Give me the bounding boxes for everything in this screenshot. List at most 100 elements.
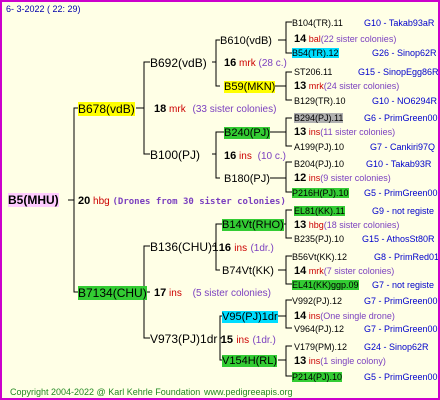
gen3-queen-1-num: 16 bbox=[224, 57, 237, 69]
gen4-queen-6-name: A199(PJ).10 bbox=[294, 142, 345, 152]
gen2-queen-4[interactable]: V973(PJ)1dr 15 ins (1dr.) bbox=[150, 332, 276, 348]
gen4-queen-9-10-num: 13 bbox=[294, 219, 307, 231]
gen4-queen-11[interactable]: B56Vt(KK).12 bbox=[292, 251, 347, 263]
gen4-queen-5-line: G6 - PrimGreen00 bbox=[364, 113, 438, 123]
gen3-queen-1[interactable]: B610(vdB) bbox=[220, 35, 272, 47]
footer-url[interactable]: www.pedigreeapis.org bbox=[204, 386, 293, 398]
gen4-queen-11-12-code: mrk bbox=[308, 266, 324, 276]
gen4-queen-10-name: B235(PJ).10 bbox=[294, 234, 345, 244]
gen4-queen-13[interactable]: V992(PJ).12 bbox=[292, 295, 342, 307]
gen2-queen-4-code: ins bbox=[236, 335, 250, 346]
gen4-queen-11-line: G8 - PrimRed01 bbox=[374, 252, 440, 262]
gen4-queen-10-line: G15 - AthosSt80R bbox=[362, 234, 435, 244]
gen3-queen-4[interactable]: B180(PJ) bbox=[224, 173, 270, 185]
gen4-queen-12-name: EL41(KK)ggp.09 bbox=[292, 280, 359, 290]
gen4-queen-7-8-note: (9 sister colonies) bbox=[320, 173, 391, 183]
gen1-queen-2[interactable]: B7134(CHU) bbox=[78, 286, 147, 300]
gen4-queen-7-8-info: 12 ins(9 sister colonies) bbox=[294, 172, 391, 184]
gen2-queen-1[interactable]: B692(vdB) bbox=[150, 56, 207, 70]
gen2-queen-4-name: V973(PJ)1dr bbox=[150, 332, 218, 346]
gen4-queen-1-2-note: (22 sister colonies) bbox=[320, 34, 397, 44]
gen3-queen-2-name: B59(MKN) bbox=[224, 81, 276, 93]
gen4-queen-13-14-num: 14 bbox=[294, 310, 307, 322]
gen2-queen-3-num: 16 bbox=[218, 242, 231, 254]
gen4-queen-5[interactable]: B294(PJ).11 bbox=[294, 112, 344, 124]
gen3-queen-5[interactable]: B14Vt(RHO) bbox=[222, 219, 284, 231]
root-info: 20 hbg (Drones from 30 sister colonies) bbox=[78, 195, 286, 208]
gen3-queen-7[interactable]: V95(PJ)1dr bbox=[222, 311, 278, 323]
gen4-queen-12-line: G7 - not registe bbox=[372, 280, 435, 290]
gen4-queen-9[interactable]: EL81(KK).11 bbox=[294, 205, 345, 217]
gen2-queen-2-note: (10 c.) bbox=[257, 151, 286, 162]
gen4-queen-14[interactable]: V964(PJ).12 bbox=[294, 323, 344, 335]
gen2-queen-4-note: (1dr.) bbox=[252, 335, 276, 346]
footer-copyright: Copyright 2004-2022 @ Karl Kehrle Founda… bbox=[10, 387, 201, 397]
report-date: 6- 3-2022 ( 22: 29) bbox=[6, 4, 81, 14]
gen3-queen-3-name: B240(PJ) bbox=[224, 127, 270, 139]
gen4-queen-8-name: P216H(PJ).10 bbox=[292, 188, 349, 198]
gen3-queen-6[interactable]: B74Vt(KK) bbox=[222, 265, 274, 277]
gen1-queen-1-name: B678(vdB) bbox=[78, 102, 135, 116]
gen4-queen-5-6-num: 13 bbox=[294, 126, 307, 138]
gen3-queen-1-code: mrk bbox=[239, 58, 256, 69]
root-inbreeding-number: 20 bbox=[78, 195, 91, 207]
pedigree-frame: 6- 3-2022 ( 22: 29) B5(MHU) 20 hbg (Dron… bbox=[0, 0, 440, 400]
gen4-queen-1[interactable]: B104(TR).11 bbox=[292, 17, 343, 29]
gen4-queen-10[interactable]: B235(PJ).10 bbox=[294, 233, 344, 245]
gen4-queen-16[interactable]: P214(PJ).10 bbox=[292, 371, 343, 383]
gen4-queen-13-14-code: ins bbox=[308, 311, 321, 321]
gen4-queen-3-4-note: (24 sister colonies) bbox=[323, 81, 400, 91]
gen1-queen-1[interactable]: B678(vdB) bbox=[78, 102, 135, 116]
gen2-queen-3-name: B136(CHU)1 bbox=[150, 240, 219, 254]
gen3-queen-6-name: B74Vt(KK) bbox=[222, 265, 274, 277]
gen4-queen-7[interactable]: B204(PJ).10 bbox=[294, 158, 344, 170]
gen4-queen-11-name: B56Vt(KK).12 bbox=[292, 252, 348, 262]
gen4-queen-8-line: G5 - PrimGreen00 bbox=[364, 188, 438, 198]
gen2-queen-3[interactable]: B136(CHU)116 ins (1dr.) bbox=[150, 240, 274, 256]
gen4-queen-2-line: G26 - Sinop62R bbox=[372, 48, 437, 58]
gen4-queen-16-line: G5 - PrimGreen00 bbox=[364, 372, 438, 382]
gen2-queen-2-code: ins bbox=[239, 151, 252, 162]
gen4-queen-15-line: G24 - Sinop62R bbox=[364, 342, 429, 352]
gen4-queen-15[interactable]: V179(PM).12 bbox=[294, 341, 347, 353]
gen4-queen-5-name: B294(PJ).11 bbox=[294, 113, 344, 123]
root-queen-name: B5(MHU) bbox=[8, 193, 59, 207]
gen3-queen-1-info: 16 mrk (28 c.) bbox=[224, 57, 287, 70]
gen1-queen-1-num: 18 bbox=[154, 103, 167, 115]
gen2-queen-4-num: 15 bbox=[220, 334, 233, 346]
gen3-queen-5-name: B14Vt(RHO) bbox=[222, 219, 284, 231]
gen3-queen-8[interactable]: V154H(RL) bbox=[222, 355, 278, 367]
gen4-queen-3-4-info: 13 mrk(24 sister colonies) bbox=[294, 80, 399, 92]
gen4-queen-11-12-info: 14 mrk(7 sister colonies) bbox=[294, 265, 394, 277]
root-origin-code: hbg bbox=[93, 196, 110, 207]
gen4-queen-5-6-code: ins bbox=[308, 127, 321, 137]
gen4-queen-3[interactable]: ST206.11 bbox=[294, 66, 332, 78]
gen4-queen-15-16-num: 13 bbox=[294, 355, 307, 367]
gen3-queen-1-note: (28 c.) bbox=[258, 58, 287, 69]
gen4-queen-12[interactable]: EL41(KK)ggp.09 bbox=[292, 279, 359, 291]
gen4-queen-1-2-num: 14 bbox=[294, 33, 307, 45]
gen4-queen-14-name: V964(PJ).12 bbox=[294, 324, 345, 334]
root-queen[interactable]: B5(MHU) bbox=[8, 193, 59, 207]
gen4-queen-2[interactable]: B54(TR).12 bbox=[292, 47, 339, 59]
gen3-queen-7-name: V95(PJ)1dr bbox=[222, 311, 278, 323]
gen4-queen-3-name: ST206.11 bbox=[294, 67, 333, 77]
gen4-queen-4[interactable]: B129(TR).10 bbox=[294, 95, 346, 107]
gen3-queen-3[interactable]: B240(PJ) bbox=[224, 127, 270, 139]
gen4-queen-13-name: V992(PJ).12 bbox=[292, 296, 343, 306]
gen4-queen-2-name: B54(TR).12 bbox=[292, 48, 339, 58]
gen4-queen-8[interactable]: P216H(PJ).10 bbox=[292, 187, 349, 199]
gen4-queen-15-16-info: 13 ins(1 single colony) bbox=[294, 355, 386, 367]
gen4-queen-9-10-code: hbg bbox=[308, 220, 324, 230]
gen1-queen-2-info: 17 ins (5 sister colonies) bbox=[154, 287, 271, 300]
gen4-queen-15-16-note: (1 single colony) bbox=[320, 356, 386, 366]
gen4-queen-3-4-code: mrk bbox=[308, 81, 324, 91]
gen4-queen-6[interactable]: A199(PJ).10 bbox=[294, 141, 344, 153]
gen4-queen-14-line: G7 - PrimGreen00 bbox=[364, 324, 438, 334]
gen2-queen-2[interactable]: B100(PJ) bbox=[150, 148, 200, 162]
gen3-queen-1-name: B610(vdB) bbox=[220, 35, 272, 47]
gen2-queen-2-info: 16 ins (10 c.) bbox=[224, 150, 286, 163]
gen4-queen-16-name: P214(PJ).10 bbox=[292, 372, 343, 382]
gen4-queen-3-line: G15 - SinopEgg86R bbox=[358, 67, 439, 77]
gen3-queen-2[interactable]: B59(MKN) bbox=[224, 81, 276, 93]
